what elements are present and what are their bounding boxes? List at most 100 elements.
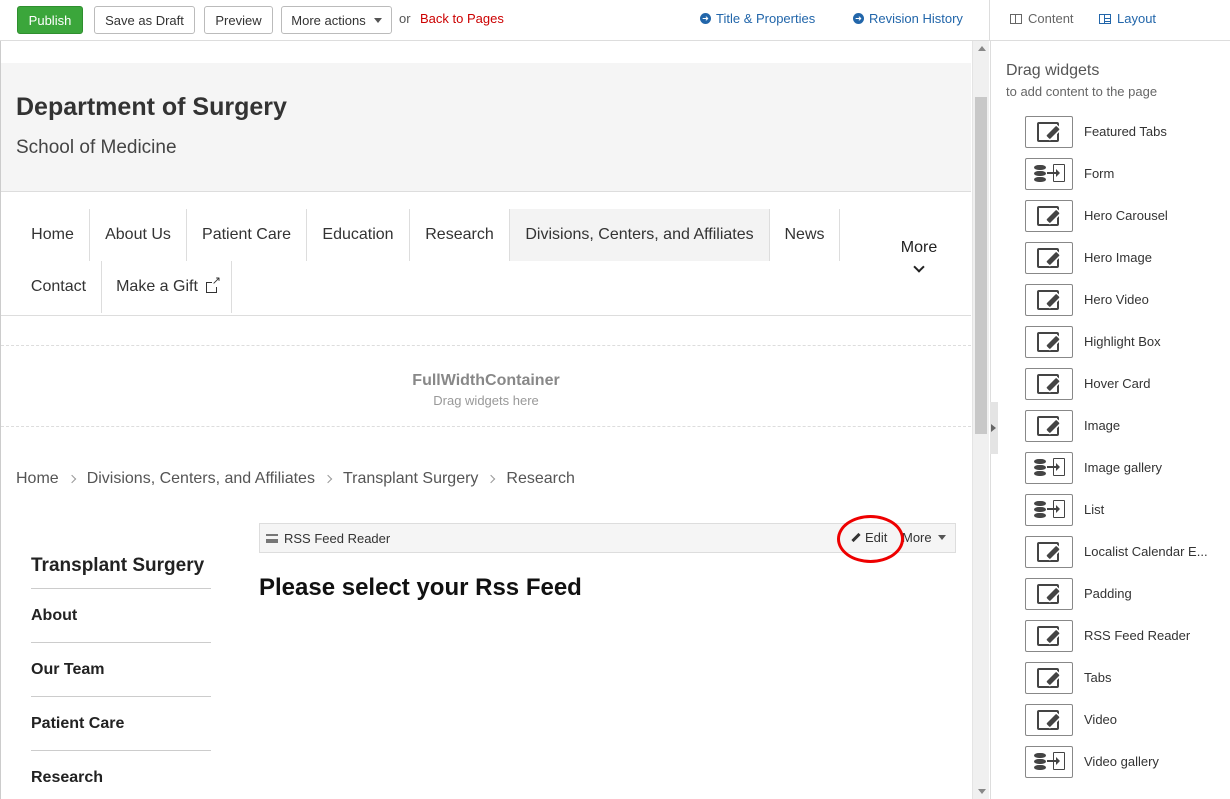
breadcrumb-item[interactable]: Divisions, Centers, and Affiliates xyxy=(87,470,315,488)
nav-more-label: More xyxy=(900,239,938,256)
save-draft-button[interactable]: Save as Draft xyxy=(94,6,195,34)
nav-item-education[interactable]: Education xyxy=(307,209,410,261)
layout-icon xyxy=(1099,13,1111,24)
widget-item[interactable]: Hero Image xyxy=(1025,242,1225,274)
side-nav-item-our-team[interactable]: Our Team xyxy=(31,643,211,697)
panel-collapse-handle[interactable] xyxy=(990,402,998,454)
widget-item[interactable]: Image gallery xyxy=(1025,452,1225,484)
side-nav-item-patient-care[interactable]: Patient Care xyxy=(31,697,211,751)
caret-down-icon xyxy=(937,535,946,540)
chevron-right-icon xyxy=(487,474,496,484)
edit-icon xyxy=(1025,536,1073,568)
full-width-container-dropzone[interactable]: FullWidthContainer Drag widgets here xyxy=(1,345,971,427)
widget-item-label: Video xyxy=(1084,712,1118,727)
more-actions-label: More actions xyxy=(291,12,366,28)
site-subtitle: School of Medicine xyxy=(16,137,177,158)
nav-item-home[interactable]: Home xyxy=(16,209,90,261)
editor-toolbar: Publish Save as Draft Preview More actio… xyxy=(0,0,1230,41)
widget-more-label: More xyxy=(902,530,932,545)
section-side-nav: Transplant Surgery About Our Team Patien… xyxy=(31,547,211,799)
widget-item[interactable]: Localist Calendar E... xyxy=(1025,536,1225,568)
database-import-icon xyxy=(1025,452,1073,484)
nav-more-toggle[interactable]: More xyxy=(896,239,942,273)
widget-item[interactable]: Video xyxy=(1025,704,1225,736)
edit-icon xyxy=(1025,200,1073,232)
database-import-icon xyxy=(1025,746,1073,778)
widget-item[interactable]: RSS Feed Reader xyxy=(1025,620,1225,652)
widget-panel: Drag widgets to add content to the page … xyxy=(990,41,1230,799)
widget-item-label: List xyxy=(1084,502,1105,517)
scroll-thumb[interactable] xyxy=(975,97,987,434)
title-properties-label: Title & Properties xyxy=(716,11,816,26)
rss-placeholder-heading: Please select your Rss Feed xyxy=(259,574,582,601)
columns-icon xyxy=(1010,13,1022,24)
edit-icon xyxy=(1025,116,1073,148)
edit-icon xyxy=(1025,578,1073,610)
widget-item[interactable]: List xyxy=(1025,494,1225,526)
preview-button[interactable]: Preview xyxy=(204,6,273,34)
breadcrumb: Home Divisions, Centers, and Affiliates … xyxy=(16,470,575,488)
or-text: or xyxy=(399,11,411,26)
widget-item[interactable]: Hover Card xyxy=(1025,368,1225,400)
widget-item-label: Image gallery xyxy=(1084,460,1163,475)
breadcrumb-item[interactable]: Home xyxy=(16,470,59,488)
back-to-pages-link[interactable]: Back to Pages xyxy=(420,11,504,26)
widget-item[interactable]: Video gallery xyxy=(1025,746,1225,778)
content-mode-tab[interactable]: Content xyxy=(1010,11,1074,26)
title-properties-link[interactable]: ➜ Title & Properties xyxy=(700,11,815,26)
scroll-up-icon[interactable] xyxy=(978,46,986,51)
more-actions-dropdown[interactable]: More actions xyxy=(281,6,392,34)
widget-drag-handle[interactable]: RSS Feed Reader xyxy=(266,531,390,546)
nav-divider xyxy=(1,315,971,316)
widget-item[interactable]: Tabs xyxy=(1025,662,1225,694)
arrow-circle-icon: ➜ xyxy=(700,13,711,24)
nav-item-divisions[interactable]: Divisions, Centers, and Affiliates xyxy=(510,209,770,261)
widget-item-label: Localist Calendar E... xyxy=(1084,544,1208,559)
panel-subtitle: to add content to the page xyxy=(1006,84,1158,99)
widget-item-label: Hero Carousel xyxy=(1084,208,1168,223)
edit-icon xyxy=(1025,368,1073,400)
edit-icon xyxy=(1025,662,1073,694)
nav-item-patient-care[interactable]: Patient Care xyxy=(187,209,307,261)
content-mode-label: Content xyxy=(1028,11,1074,26)
page-scrollbar[interactable] xyxy=(972,41,989,799)
layout-mode-tab[interactable]: Layout xyxy=(1099,11,1156,26)
arrow-circle-icon: ➜ xyxy=(853,13,864,24)
breadcrumb-current: Research xyxy=(506,470,575,487)
side-nav-item-about[interactable]: About xyxy=(31,589,211,643)
widget-item[interactable]: Image xyxy=(1025,410,1225,442)
widget-item[interactable]: Hero Carousel xyxy=(1025,200,1225,232)
publish-button[interactable]: Publish xyxy=(17,6,83,34)
widget-item[interactable]: Form xyxy=(1025,158,1225,190)
widget-more-dropdown[interactable]: More xyxy=(902,530,946,545)
widget-item-label: Hero Image xyxy=(1084,250,1152,265)
site-header: Department of Surgery School of Medicine xyxy=(1,63,971,192)
breadcrumb-item[interactable]: Transplant Surgery xyxy=(343,470,478,488)
widget-item[interactable]: Featured Tabs xyxy=(1025,116,1225,148)
side-nav-item-research[interactable]: Research xyxy=(31,751,211,799)
nav-item-research[interactable]: Research xyxy=(410,209,510,261)
widget-item-label: Form xyxy=(1084,166,1115,181)
scroll-down-icon[interactable] xyxy=(978,789,986,794)
highlight-circle-annotation xyxy=(837,515,904,563)
caret-down-icon xyxy=(373,17,382,23)
database-import-icon xyxy=(1025,158,1073,190)
nav-item-make-a-gift[interactable]: Make a Gift xyxy=(102,261,232,313)
widget-item[interactable]: Highlight Box xyxy=(1025,326,1225,358)
layout-mode-label: Layout xyxy=(1117,11,1157,26)
revision-history-link[interactable]: ➜ Revision History xyxy=(853,11,963,26)
panel-title: Drag widgets xyxy=(1006,62,1100,79)
nav-item-about-us[interactable]: About Us xyxy=(90,209,187,261)
utility-links-strip xyxy=(1,41,972,63)
edit-icon xyxy=(1025,284,1073,316)
side-nav-title[interactable]: Transplant Surgery xyxy=(31,547,211,589)
widget-item[interactable]: Hero Video xyxy=(1025,284,1225,316)
container-hint: Drag widgets here xyxy=(433,393,539,408)
nav-item-contact[interactable]: Contact xyxy=(16,261,102,313)
site-title[interactable]: Department of Surgery xyxy=(16,93,287,122)
widget-item-label: Hover Card xyxy=(1084,376,1151,391)
edit-icon xyxy=(1025,704,1073,736)
widget-item[interactable]: Padding xyxy=(1025,578,1225,610)
nav-item-news[interactable]: News xyxy=(770,209,840,261)
widget-name-label: RSS Feed Reader xyxy=(284,531,391,546)
